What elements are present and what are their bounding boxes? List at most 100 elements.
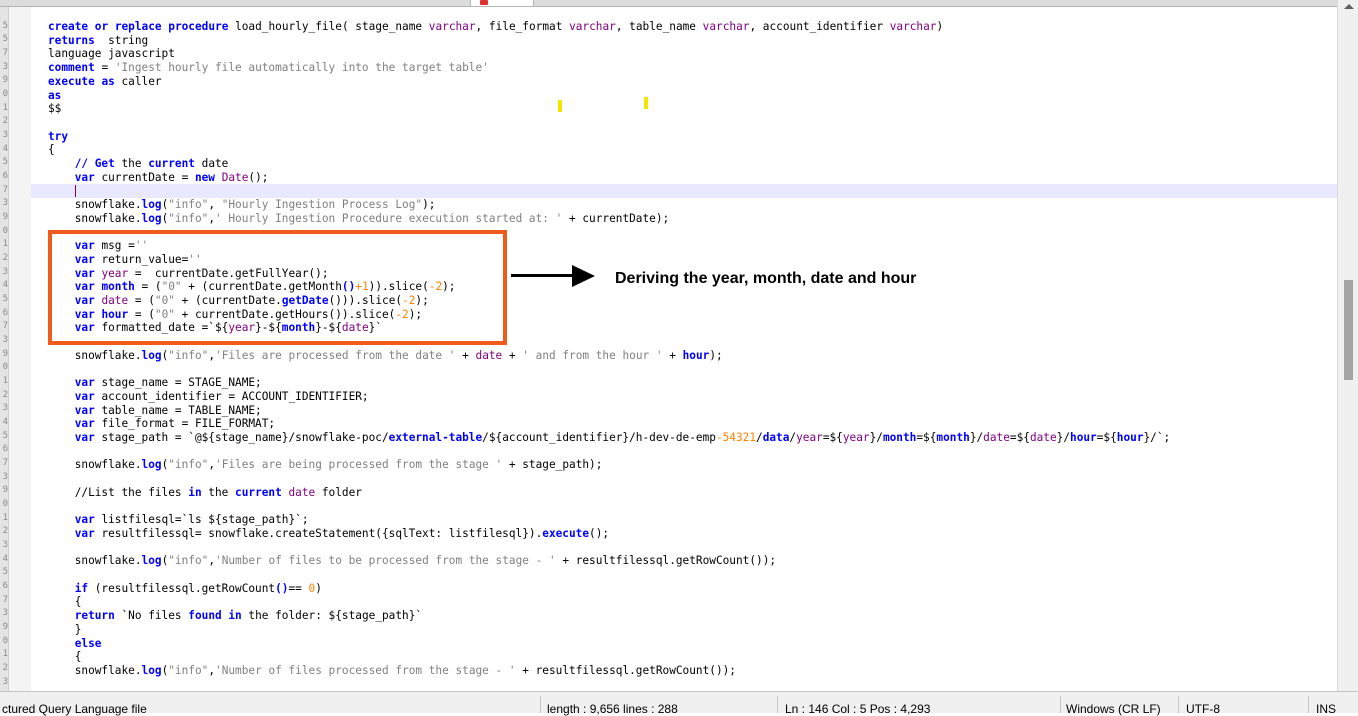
line-number: 5 <box>2 294 8 304</box>
code-token: date <box>983 431 1010 444</box>
code-line-1: create or replace procedure load_hourly_… <box>48 20 943 34</box>
code-token: return <box>74 609 115 623</box>
line-number-gutter: 5 5 7 3 9 0 1 2 3 4 5 6 7 3 9 0 1 2 3 4 … <box>0 7 9 691</box>
line-number: 7 <box>2 458 8 468</box>
code-token: procedure <box>168 20 229 33</box>
line-number: 3 <box>2 403 8 413</box>
code-token: currentDate = <box>94 170 195 184</box>
line-number: 2 <box>2 526 8 536</box>
code-token: or <box>94 20 109 33</box>
code-token: varchar <box>702 20 750 33</box>
code-token: hour <box>1070 431 1097 444</box>
status-bar: ctured Query Language file length : 9,65… <box>0 691 1358 716</box>
code-token: execute <box>48 74 95 88</box>
code-token: = <box>94 61 115 75</box>
line-number: 6 <box>2 581 8 591</box>
code-token: , <box>208 554 216 568</box>
scroll-up-icon[interactable] <box>1344 4 1354 9</box>
code-line-9: { <box>48 143 55 157</box>
scrollbar-thumb[interactable] <box>1344 280 1353 380</box>
line-number: 0 <box>2 636 8 646</box>
code-token: (); <box>589 526 610 540</box>
code-token: "info" <box>168 458 209 472</box>
code-token: log <box>141 663 162 677</box>
arrow-right-icon <box>572 265 595 287</box>
code-line-6: as <box>48 89 61 103</box>
status-insert-mode[interactable]: INS <box>1316 702 1336 716</box>
code-token: (); <box>248 170 269 184</box>
code-token: , <box>208 198 222 212</box>
code-token: , file_format <box>475 20 563 33</box>
code-token: ) <box>315 581 322 595</box>
code-token: try <box>48 129 69 143</box>
code-token: data <box>762 431 790 444</box>
line-number: 2 <box>2 390 8 400</box>
code-token: 'Files are processed from the date ' <box>215 348 456 362</box>
text-caret <box>75 185 76 197</box>
code-editor[interactable]: create or replace procedure load_hourly_… <box>31 7 1337 691</box>
line-number: 4 <box>2 417 8 427</box>
code-token: as <box>101 74 115 88</box>
code-token: in <box>228 609 242 623</box>
code-token: else <box>74 636 102 650</box>
code-token: //List the files <box>74 485 189 499</box>
code-token: snowflake. <box>74 663 142 677</box>
code-token: caller <box>114 74 162 88</box>
code-line-28: //List the files in the current date fol… <box>48 486 362 500</box>
line-number: 3 <box>2 677 8 687</box>
code-token: "info" <box>168 663 209 677</box>
code-token: var <box>74 403 95 417</box>
status-eol[interactable]: Windows (CR LF) <box>1066 702 1161 716</box>
code-token: log <box>141 211 162 225</box>
code-line-26: var stage_path = `@${stage_name}/snowfla… <box>48 431 1171 445</box>
line-number: 7 <box>2 48 8 58</box>
code-token: "info" <box>168 198 209 212</box>
code-token: table_name = TABLE_NAME; <box>94 403 262 417</box>
code-token: log <box>141 554 162 568</box>
line-number: 4 <box>2 280 8 290</box>
tab-close-icon[interactable] <box>480 0 488 5</box>
code-token: Date <box>221 170 249 184</box>
code-token: ); <box>422 198 436 212</box>
line-number: 9 <box>2 622 8 632</box>
line-number: 5 <box>2 157 8 167</box>
line-number: 5 <box>2 34 8 44</box>
fold-margin <box>9 7 31 691</box>
code-line-36: else <box>48 636 102 651</box>
line-number: 3 <box>2 608 8 618</box>
status-encoding[interactable]: UTF-8 <box>1186 702 1220 716</box>
code-token: /${account_identifier}/h-dev-de-emp <box>482 431 716 444</box>
code-token: stage_name = STAGE_NAME; <box>94 376 262 390</box>
code-token: snowflake. <box>74 458 142 472</box>
code-token: new <box>194 170 215 184</box>
code-token: , account_identifier <box>749 20 884 33</box>
line-number: 9 <box>2 349 8 359</box>
code-token: + <box>662 348 683 362</box>
code-token: ); <box>709 348 723 362</box>
line-number: 1 <box>2 239 8 249</box>
code-token: var <box>74 513 95 527</box>
code-token: month <box>882 431 917 444</box>
code-token: + resultfilessql.getRowCount()); <box>515 663 736 677</box>
code-token: , <box>208 663 216 677</box>
code-line-35: } <box>48 623 82 637</box>
code-token: string <box>94 33 149 47</box>
code-token: "info" <box>168 348 209 362</box>
vertical-scrollbar[interactable] <box>1337 0 1358 691</box>
line-number: 2 <box>2 116 8 126</box>
line-number: 7 <box>2 595 8 605</box>
code-token: date <box>475 348 503 362</box>
code-line-4: comment = 'Ingest hourly file automatica… <box>48 61 489 75</box>
yellow-marker <box>558 100 562 112</box>
line-number: 1 <box>2 513 8 523</box>
code-token: listfilesql=`ls ${stage_path}`; <box>94 513 309 527</box>
code-line-30: var resultfilessql= snowflake.createStat… <box>48 527 609 541</box>
code-token: in <box>188 485 202 499</box>
code-line-3: language javascript <box>48 47 175 61</box>
code-line-5: execute as caller <box>48 75 162 89</box>
code-token: stage_path = `@${stage_name}/snowflake-p… <box>94 431 389 444</box>
line-number: 4 <box>2 144 8 154</box>
line-number: 3 <box>2 472 8 482</box>
code-token: "info" <box>168 554 209 568</box>
status-separator <box>777 696 778 713</box>
